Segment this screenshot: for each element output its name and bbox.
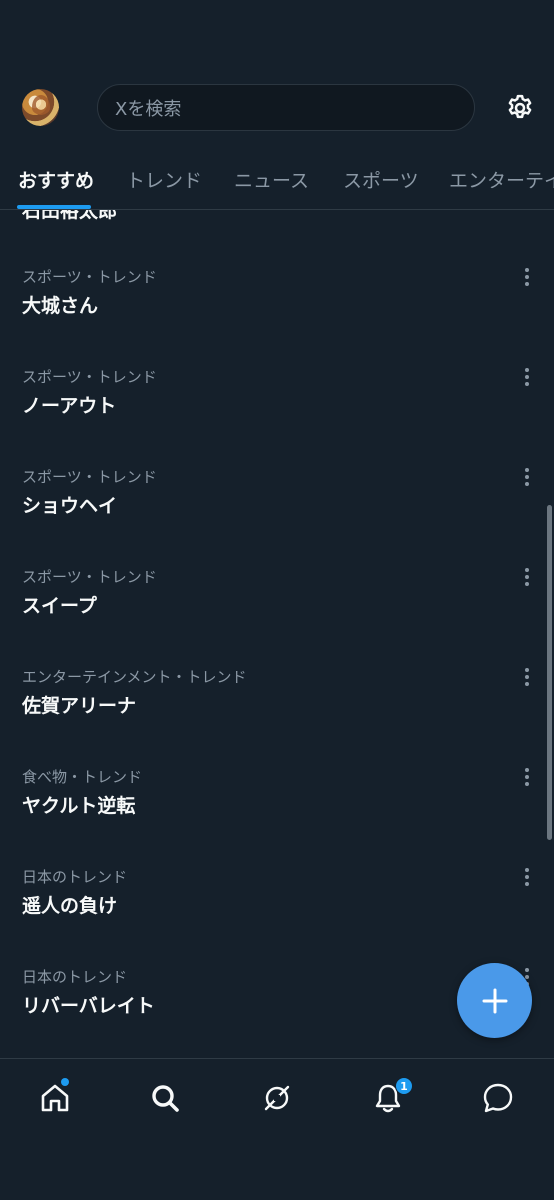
gear-icon[interactable]: [505, 93, 535, 123]
plus-icon: [482, 988, 507, 1013]
trend-category: 食べ物・トレンド: [22, 768, 143, 786]
messages-icon[interactable]: [481, 1081, 515, 1115]
trend-name: 大城さん: [22, 295, 99, 317]
home-icon[interactable]: [38, 1081, 72, 1115]
explore-tabs: おすすめ トレンド ニュース スポーツ エンターテイ: [0, 150, 554, 210]
trend-item[interactable]: スポーツ・トレンド スイープ: [0, 566, 554, 666]
more-icon[interactable]: [520, 766, 534, 788]
search-input[interactable]: Xを検索: [97, 84, 475, 131]
explore-screen: Xを検索 おすすめ トレンド ニュース スポーツ エンターテイ 石田裕太郎 スポ…: [0, 0, 554, 1200]
trend-item[interactable]: スポーツ・トレンド ノーアウト: [0, 366, 554, 466]
trend-category: 日本のトレンド: [22, 868, 128, 886]
more-icon[interactable]: [520, 366, 534, 388]
bottom-nav: 1: [0, 1058, 554, 1200]
home-unread-dot: [61, 1078, 69, 1086]
trend-category: スポーツ・トレンド: [22, 268, 157, 286]
trend-name: ノーアウト: [22, 395, 117, 417]
notification-badge: 1: [395, 1077, 413, 1095]
trend-item[interactable]: エンターテインメント・トレンド 佐賀アリーナ: [0, 666, 554, 766]
tab-for-you[interactable]: おすすめ: [18, 166, 94, 193]
trend-category: エンターテインメント・トレンド: [22, 668, 247, 686]
grok-icon[interactable]: [260, 1081, 294, 1115]
trend-item[interactable]: 日本のトレンド 遥人の負け: [0, 866, 554, 966]
top-header: Xを検索 おすすめ トレンド ニュース スポーツ エンターテイ: [0, 0, 554, 210]
trend-category: スポーツ・トレンド: [22, 368, 157, 386]
more-icon[interactable]: [520, 666, 534, 688]
active-tab-indicator: [17, 205, 91, 209]
trend-name: 遥人の負け: [22, 895, 118, 917]
trend-category: 日本のトレンド: [22, 968, 128, 986]
trend-name: ショウヘイ: [22, 495, 118, 517]
trend-item[interactable]: スポーツ・トレンド ショウヘイ: [0, 466, 554, 566]
scrollbar[interactable]: [547, 505, 552, 840]
tab-trending[interactable]: トレンド: [126, 166, 202, 193]
trend-category: スポーツ・トレンド: [22, 568, 157, 586]
tab-entertainment[interactable]: エンターテイ: [449, 166, 554, 193]
more-icon[interactable]: [520, 466, 534, 488]
trend-item[interactable]: 食べ物・トレンド ヤクルト逆転: [0, 766, 554, 866]
more-icon[interactable]: [520, 866, 534, 888]
trend-name: スイープ: [22, 595, 97, 617]
tab-news[interactable]: ニュース: [234, 166, 309, 193]
more-icon[interactable]: [520, 266, 534, 288]
trend-name: 佐賀アリーナ: [22, 695, 137, 717]
search-icon[interactable]: [148, 1081, 182, 1115]
trend-name: リバーバレイト: [22, 995, 155, 1017]
more-icon[interactable]: [520, 566, 534, 588]
avatar[interactable]: [22, 89, 59, 126]
trend-name: ヤクルト逆転: [22, 795, 136, 817]
tab-sports[interactable]: スポーツ: [343, 166, 419, 193]
compose-button[interactable]: [457, 963, 532, 1038]
search-placeholder: Xを検索: [115, 98, 182, 120]
trend-item[interactable]: スポーツ・トレンド 大城さん: [0, 266, 554, 366]
trend-category: スポーツ・トレンド: [22, 468, 157, 486]
